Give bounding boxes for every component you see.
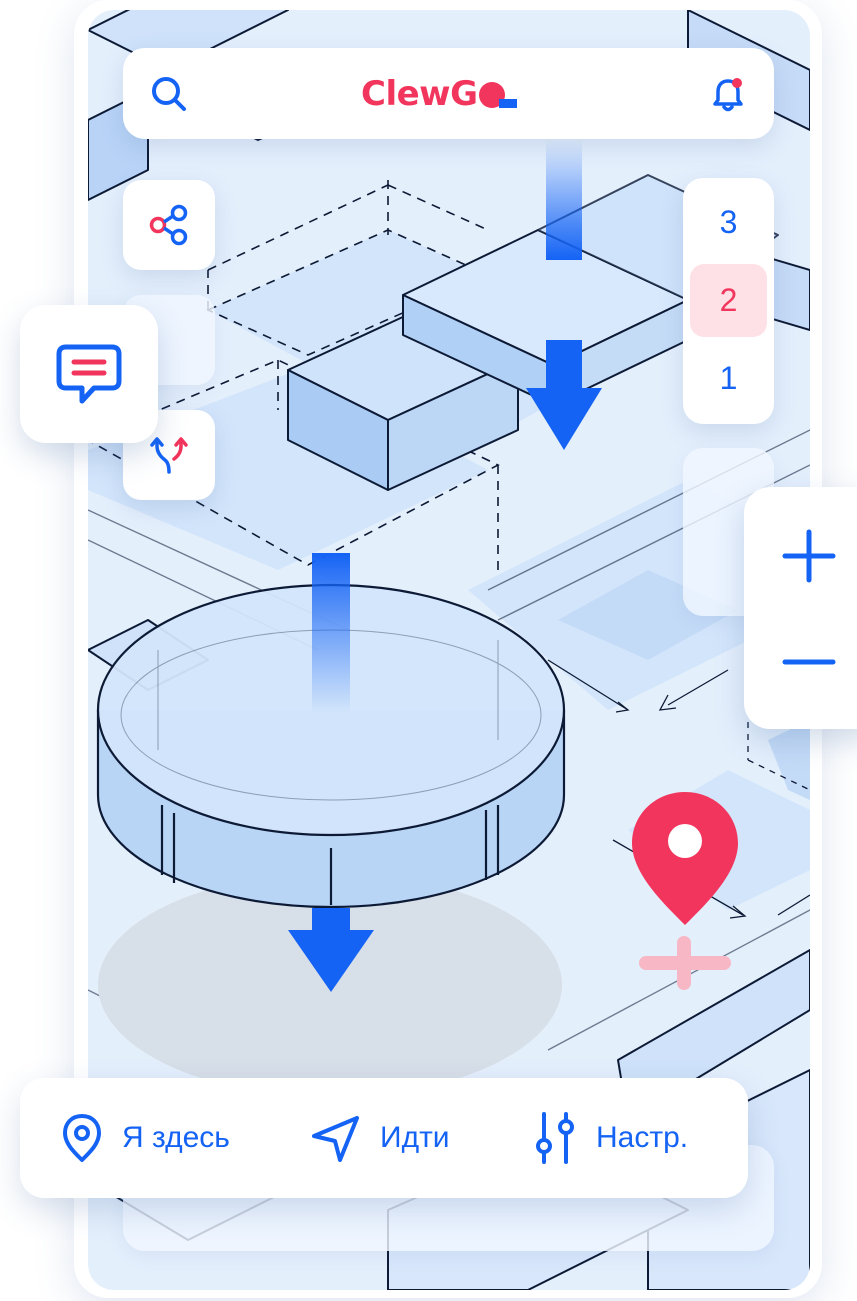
search-icon[interactable] [147, 72, 191, 116]
nav-go-button[interactable]: Идти [310, 1078, 450, 1198]
nav-go-label: Идти [380, 1121, 450, 1154]
share-icon [149, 204, 188, 246]
sliders-icon [536, 1112, 574, 1164]
nav-settings-button[interactable]: Настр. [532, 1078, 688, 1198]
floor-1-button[interactable]: 1 [690, 342, 767, 415]
bottom-navigation: Я здесь Идти Настр. [20, 1078, 748, 1198]
nav-here-label: Я здесь [122, 1121, 230, 1154]
floor-selector: 3 2 1 [683, 178, 774, 424]
app-logo: ClewG [361, 70, 518, 118]
nav-here-button[interactable]: Я здесь [60, 1078, 230, 1198]
secondary-plus-icon [639, 936, 731, 990]
zoom-in-button[interactable] [758, 511, 848, 601]
plus-icon [782, 529, 836, 583]
logo-text: ClewG [361, 74, 478, 114]
minus-icon [782, 659, 836, 665]
chat-button[interactable] [20, 305, 158, 443]
logo-underline-mark [499, 98, 518, 108]
zoom-out-button[interactable] [758, 617, 848, 707]
nav-settings-label: Настр. [596, 1121, 689, 1154]
share-button[interactable] [123, 180, 215, 270]
navigation-arrow-icon [312, 1116, 359, 1162]
top-bar: ClewG [123, 48, 774, 139]
chat-icon [56, 344, 122, 404]
floor-3-button[interactable]: 3 [690, 186, 767, 259]
location-icon [63, 1114, 101, 1162]
bell-icon[interactable] [706, 72, 750, 116]
floor-2-button[interactable]: 2 [690, 264, 767, 337]
zoom-controls [744, 487, 857, 729]
route-split-icon [150, 437, 188, 474]
